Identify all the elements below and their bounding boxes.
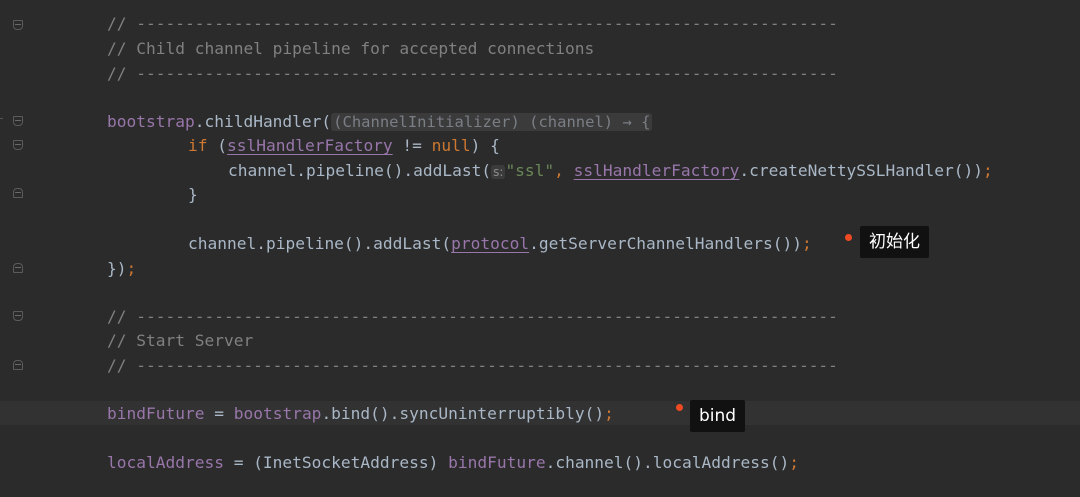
code-token: channel.pipeline().addLast( [188, 234, 452, 253]
code-token: ( [207, 136, 227, 155]
code-token: channel.pipeline().addLast( [228, 161, 492, 180]
code-line-5: bootstrap.childHandler((ChannelInitializ… [107, 110, 653, 134]
code-token: = (InetSocketAddress) [223, 453, 449, 472]
code-line-7: channel.pipeline().addLast(s: "ssl", sslH… [228, 159, 993, 183]
comment: // -------------------------------------… [107, 307, 838, 326]
code-token: } [188, 185, 198, 204]
field-ref: protocol [451, 234, 530, 253]
fold-icon[interactable] [13, 20, 23, 30]
field-ref: bindFuture [448, 453, 546, 472]
code-line-10: channel.pipeline().addLast(protocol.getS… [188, 232, 812, 256]
field-ref: bootstrap [233, 404, 322, 423]
fold-icon[interactable] [13, 263, 23, 273]
lambda-inlay-hint: (ChannelInitializer) (channel) → { [331, 113, 653, 131]
gutter-marker [0, 118, 3, 119]
annotation-init-label: 初始化 [860, 226, 929, 258]
annotation-dot [845, 234, 852, 241]
code-line-8: } [188, 183, 198, 207]
code-line-15: // -------------------------------------… [107, 354, 838, 378]
annotation-bind-label: bind [690, 400, 746, 432]
code-line-19: localAddress = (InetSocketAddress) bindF… [107, 451, 799, 475]
param-inlay-hint: s: [491, 165, 506, 179]
fold-icon[interactable] [13, 360, 23, 370]
comment: // Start Server [107, 331, 254, 350]
annotation-dot [676, 404, 683, 411]
code-token: = [204, 404, 234, 423]
code-token: .createNettySSLHandler()) [739, 161, 984, 180]
code-token: .childHandler( [194, 112, 332, 131]
code-line-6: if (sslHandlerFactory != null) { [188, 134, 500, 158]
code-line-13: // -------------------------------------… [107, 305, 838, 329]
field-ref: sslHandlerFactory [227, 136, 393, 155]
code-token: }) [107, 259, 127, 278]
field-ref: localAddress [107, 453, 224, 472]
code-token: ; [983, 161, 993, 180]
code-token: .getServerChannelHandlers()) [529, 234, 802, 253]
string-literal: "ssl" [505, 161, 555, 180]
code-line-11: }); [107, 257, 136, 281]
code-line-17: bindFuture = bootstrap.bind().syncUninte… [107, 402, 614, 426]
field-ref: bindFuture [107, 404, 205, 423]
code-token: .bind().syncUninterruptibly() [321, 404, 605, 423]
fold-icon[interactable] [13, 140, 23, 150]
comment: // -------------------------------------… [107, 14, 838, 33]
keyword: if [188, 136, 208, 155]
fold-icon[interactable] [13, 311, 23, 321]
comment: // Child channel pipeline for accepted c… [107, 39, 595, 58]
code-token: ; [126, 259, 137, 278]
field-ref: sslHandlerFactory [573, 161, 740, 180]
fold-icon[interactable] [13, 188, 23, 198]
code-line-1: // -------------------------------------… [107, 12, 838, 36]
code-token: ; [604, 404, 614, 423]
code-token: != [392, 136, 432, 155]
code-token: , [554, 161, 574, 180]
fold-icon[interactable] [13, 116, 23, 126]
code-token: .channel().localAddress() [545, 453, 790, 472]
keyword: null [431, 136, 471, 155]
code-token: ; [802, 234, 812, 253]
code-token: ) { [470, 136, 500, 155]
field-ref: bootstrap [107, 112, 195, 131]
comment: // -------------------------------------… [107, 64, 838, 83]
comment: // -------------------------------------… [107, 356, 838, 375]
code-line-14: // Start Server [107, 329, 253, 353]
code-line-3: // -------------------------------------… [107, 62, 838, 86]
code-token: ; [789, 453, 799, 472]
code-line-2: // Child channel pipeline for accepted c… [107, 37, 594, 61]
